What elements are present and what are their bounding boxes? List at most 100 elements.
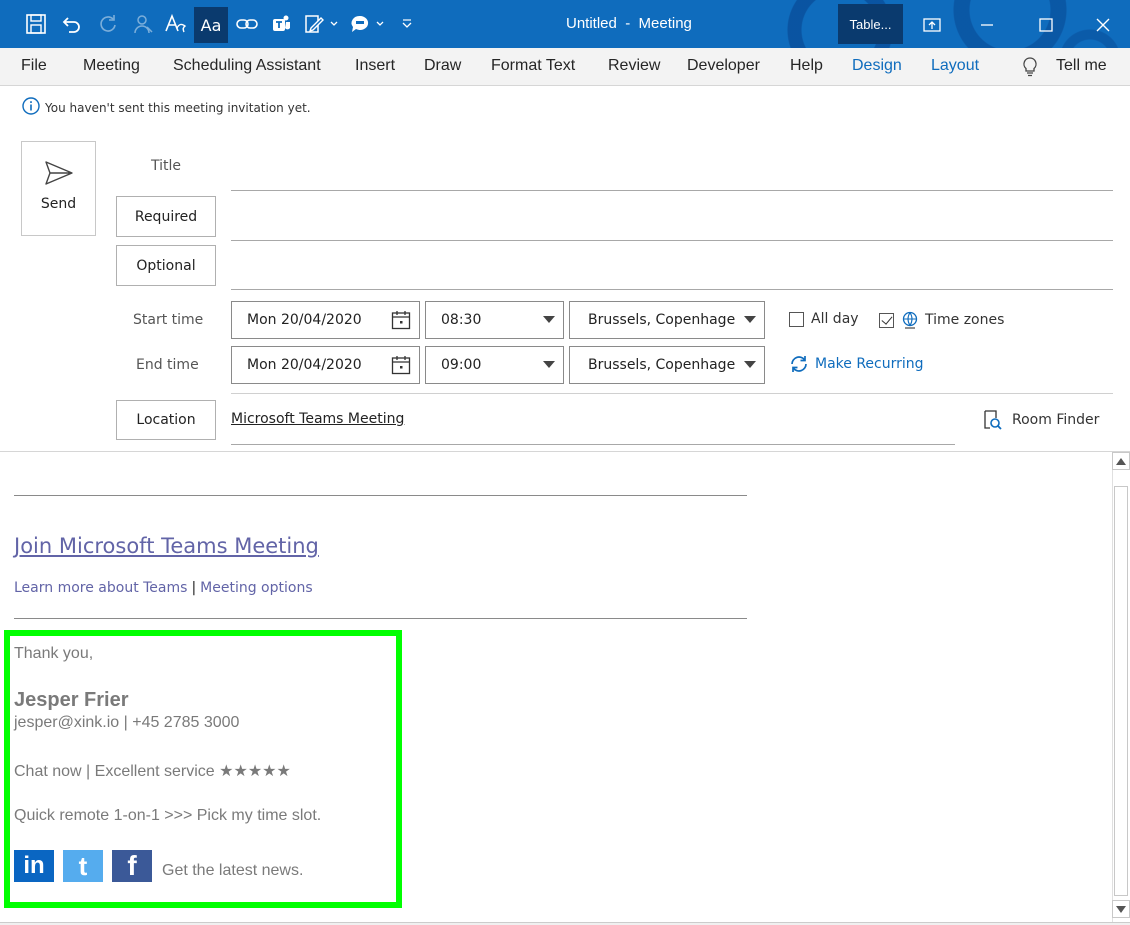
title-input[interactable] [231,190,1113,191]
info-message: You haven't sent this meeting invitation… [45,101,311,115]
time-zones-box[interactable] [879,312,894,328]
start-timezone-dropdown[interactable]: Brussels, Copenhagen, I [569,301,765,339]
end-date-field[interactable]: Mon 20/04/2020 [231,346,420,384]
location-value[interactable]: Microsoft Teams Meeting [231,411,404,427]
meeting-options-link[interactable]: Meeting options [200,580,312,596]
scroll-down-icon[interactable] [1112,900,1130,918]
optional-input[interactable] [231,289,1113,290]
optional-button[interactable]: Optional [116,245,216,286]
end-timezone-dropdown[interactable]: Brussels, Copenhagen, I [569,346,765,384]
chevron-down-icon [736,347,764,383]
start-date-value: Mon 20/04/2020 [247,312,362,328]
font-aa-icon[interactable]: Aa [194,7,228,43]
twitter-icon[interactable]: t [63,850,103,882]
scroll-up-icon[interactable] [1112,452,1130,470]
body-rule-bottom [14,618,747,619]
end-time-dropdown[interactable]: 09:00 [425,346,564,384]
make-recurring-label: Make Recurring [815,356,924,372]
assign-icon[interactable] [129,8,157,40]
send-button[interactable]: Send [21,141,96,236]
time-zones-label: Time zones [925,312,1005,328]
facebook-icon[interactable]: f [112,850,152,882]
signature-name: Jesper Frier [14,689,129,711]
calendar-icon[interactable] [383,302,419,338]
all-day-box[interactable] [789,311,804,327]
save-icon[interactable] [22,8,50,40]
end-time-value: 09:00 [441,357,482,373]
chevron-down-icon [535,302,563,338]
teams-links: Learn more about Teams | Meeting options [14,580,313,596]
tab-developer[interactable]: Developer [687,57,760,75]
start-time-dropdown[interactable]: 08:30 [425,301,564,339]
info-bar: You haven't sent this meeting invitation… [22,97,311,119]
window-title: Untitled - Meeting [566,15,692,32]
signature-chat-line[interactable]: Chat now | Excellent service ★★★★★ [14,761,291,781]
end-time-label: End time [136,357,199,373]
make-recurring-button[interactable]: Make Recurring [789,355,924,373]
chevron-down-icon [535,347,563,383]
calendar-icon[interactable] [383,347,419,383]
tab-layout[interactable]: Layout [931,57,979,75]
recurring-icon [789,355,809,373]
start-time-value: 08:30 [441,312,482,328]
location-button[interactable]: Location [116,400,216,440]
start-date-field[interactable]: Mon 20/04/2020 [231,301,420,339]
tab-review[interactable]: Review [608,57,660,75]
format-text-icon[interactable] [162,8,190,40]
location-input[interactable] [231,444,955,445]
required-button[interactable]: Required [116,196,216,237]
start-timezone-value: Brussels, Copenhagen, I [588,312,736,328]
ribbon-display-icon[interactable] [917,12,947,38]
send-label: Send [40,196,77,212]
end-timezone-value: Brussels, Copenhagen, I [588,357,736,373]
tab-design[interactable]: Design [852,57,902,75]
room-finder-label: Room Finder [1012,412,1100,428]
undo-icon[interactable] [57,8,85,40]
lightbulb-icon[interactable] [1020,56,1040,82]
chevron-down-icon [736,302,764,338]
edit-icon[interactable] [301,8,341,40]
teams-icon[interactable] [268,8,296,40]
link-separator: | [191,580,197,596]
chat-icon[interactable] [347,8,387,40]
minimize-icon[interactable] [972,12,1002,38]
tab-file[interactable]: File [21,57,47,75]
required-input[interactable] [231,240,1113,241]
scroll-thumb[interactable] [1114,486,1128,896]
all-day-label: All day [811,311,859,327]
learn-more-link[interactable]: Learn more about Teams [14,580,187,596]
tab-insert[interactable]: Insert [355,57,395,75]
tab-help[interactable]: Help [790,57,823,75]
globe-icon [901,311,919,329]
send-icon [44,161,73,185]
redo-icon[interactable] [93,8,121,40]
header-body-divider [0,451,1130,452]
info-icon [22,97,40,119]
link-icon[interactable] [233,8,261,40]
customize-icon[interactable] [396,8,418,40]
room-finder-button[interactable]: Room Finder [982,410,1099,430]
linkedin-icon[interactable]: in [14,850,54,882]
join-teams-meeting-link[interactable]: Join Microsoft Teams Meeting [14,534,319,558]
body-rule-top [14,495,747,496]
tab-format-text[interactable]: Format Text [491,57,575,75]
tell-me-search[interactable]: Tell me [1056,57,1107,75]
signature-remote-line[interactable]: Quick remote 1-on-1 >>> Pick my time slo… [14,807,321,825]
tab-meeting[interactable]: Meeting [83,57,140,75]
table-tools-tab[interactable]: Table... [838,4,903,44]
time-zones-checkbox[interactable]: Time zones [879,311,1004,329]
end-date-value: Mon 20/04/2020 [247,357,362,373]
signature-greeting: Thank you, [14,645,94,662]
title-bar: Aa Untitled - Meeting Table... [0,0,1130,48]
tab-scheduling-assistant[interactable]: Scheduling Assistant [173,57,321,75]
all-day-checkbox[interactable]: All day [789,311,859,327]
close-icon[interactable] [1088,12,1118,38]
signature-news[interactable]: Get the latest news. [162,862,303,880]
title-label: Title [151,158,182,174]
signature-contact: jesper@xink.io | +45 2785 3000 [14,714,240,731]
start-time-label: Start time [133,312,204,328]
maximize-icon[interactable] [1031,12,1061,38]
divider [231,393,1113,394]
ribbon-tabs: File Meeting Scheduling Assistant Insert… [0,48,1130,86]
tab-draw[interactable]: Draw [424,57,461,75]
